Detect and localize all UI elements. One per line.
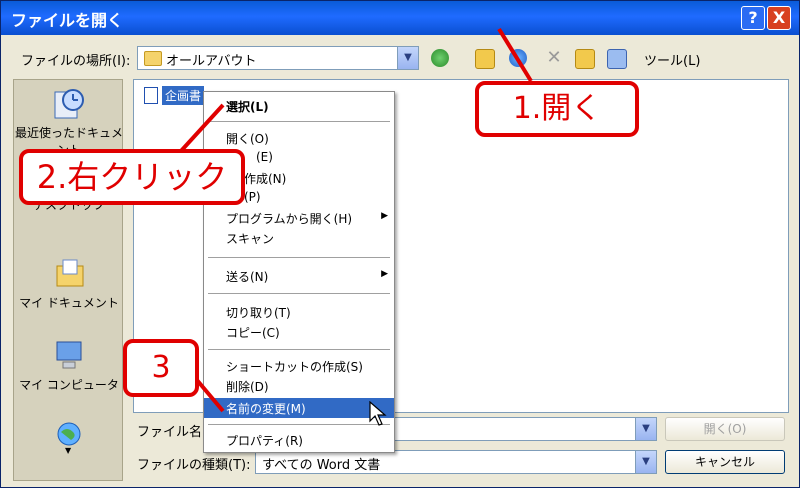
open-file-dialog: ファイルを開く ? X ファイルの場所(I): オールアバウト ▼ ✕ ツール(… (0, 0, 800, 488)
callout-open: 1.開く (475, 81, 639, 137)
callout-step-3: 3 (123, 339, 199, 397)
callout-right-click: 2.右クリック (19, 149, 245, 205)
callout-arrows (179, 27, 533, 413)
arrow-to-open (497, 27, 533, 83)
arrow-to-select (179, 103, 225, 153)
